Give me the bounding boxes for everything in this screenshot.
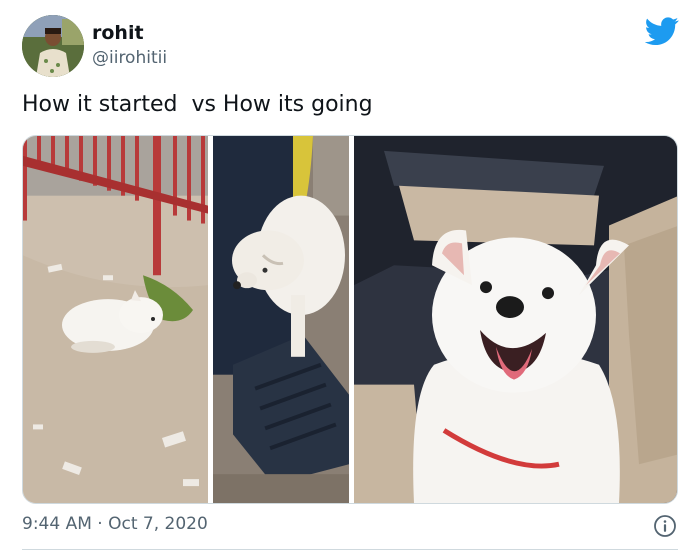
user-handle[interactable]: @iirohitii xyxy=(92,47,167,69)
photo-puppy-on-ground[interactable] xyxy=(23,136,208,503)
divider xyxy=(22,549,678,550)
tweet-media[interactable] xyxy=(22,135,678,504)
tweet-text: How it started vs How its going xyxy=(22,92,373,117)
tweet-date: Oct 7, 2020 xyxy=(108,514,208,534)
info-icon[interactable] xyxy=(653,514,677,538)
user-name[interactable]: rohit xyxy=(92,21,144,45)
tweet-time: 9:44 AM xyxy=(22,514,92,534)
avatar[interactable] xyxy=(22,15,84,77)
tweet-timestamp[interactable]: 9:44 AM · Oct 7, 2020 xyxy=(22,512,208,536)
photo-dog-in-car[interactable] xyxy=(354,136,677,503)
twitter-bird-icon[interactable] xyxy=(644,14,679,48)
avatar-image xyxy=(22,15,84,77)
timestamp-separator: · xyxy=(97,514,103,534)
photo-puppy-on-scooter[interactable] xyxy=(213,136,349,503)
